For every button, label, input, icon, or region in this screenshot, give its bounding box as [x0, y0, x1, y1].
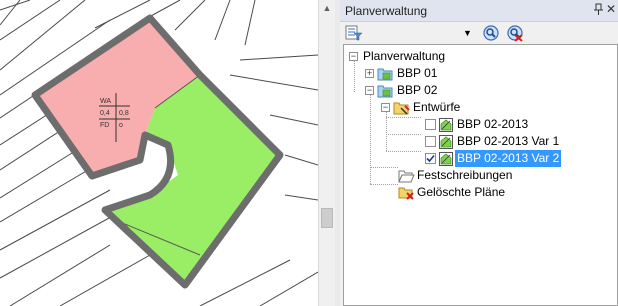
- tree-item-label: BBP 02-2013: [457, 117, 529, 131]
- plan-tree[interactable]: − Planverwaltung + BBP 01 − BBP 02 − Ent…: [343, 44, 618, 306]
- tree-item-label-selected: BBP 02-2013 Var 2: [455, 150, 562, 167]
- panel-toolbar: ▼: [340, 22, 618, 44]
- annotation-wa: WA: [100, 98, 112, 105]
- tree-guide: [354, 57, 355, 92]
- annotation-fd: FD: [100, 122, 110, 129]
- map-canvas[interactable]: WA 0,4 0,8 FD o: [0, 0, 318, 306]
- planverwaltung-panel: Planverwaltung ✕ ▼ − Planverwaltung + BB…: [340, 0, 618, 306]
- tree-guide: [386, 151, 421, 152]
- map-drawing: [0, 0, 318, 306]
- annotation-grz: 0,4: [100, 110, 110, 117]
- deleted-folder-icon: [398, 185, 415, 205]
- search-icon[interactable]: [482, 24, 500, 42]
- annotation-o: o: [119, 122, 123, 129]
- tree-item-label: Festschreibungen: [417, 168, 513, 182]
- tree-guide: [370, 92, 371, 184]
- close-icon[interactable]: ✕: [606, 2, 616, 16]
- tree-item-label: BBP 01: [397, 66, 438, 80]
- collapse-icon[interactable]: −: [381, 103, 390, 112]
- panel-title: Planverwaltung: [345, 4, 428, 18]
- tree-item-label: Planverwaltung: [363, 49, 446, 63]
- tree-item-label: Entwürfe: [413, 100, 461, 114]
- chevron-down-icon[interactable]: ▼: [463, 24, 473, 42]
- drafts-folder-icon: [393, 100, 410, 120]
- folder-plan-icon: [377, 83, 393, 103]
- tree-item-label: BBP 02-2013 Var 1: [457, 134, 560, 148]
- plan-checkbox[interactable]: [425, 119, 436, 130]
- collapse-icon[interactable]: −: [365, 86, 374, 95]
- tree-item-label: Gelöschte Pläne: [417, 185, 506, 199]
- plan-checkbox[interactable]: [425, 136, 436, 147]
- filter-icon[interactable]: [345, 24, 363, 42]
- map-vertical-scrollbar[interactable]: ▲: [318, 0, 335, 306]
- tree-guide: [370, 167, 398, 168]
- expand-icon[interactable]: +: [365, 69, 374, 78]
- annotation-label: WA 0,4 0,8 FD o: [100, 96, 132, 132]
- annotation-gfz: 0,8: [119, 110, 129, 117]
- tree-guide: [370, 184, 398, 185]
- panel-header: Planverwaltung ✕: [340, 0, 618, 22]
- search-clear-icon[interactable]: [506, 24, 524, 42]
- collapse-icon[interactable]: −: [349, 52, 358, 61]
- tree-item-label: BBP 02: [397, 83, 438, 97]
- plan-checkbox-checked[interactable]: [425, 153, 436, 164]
- tree-guide: [386, 134, 421, 135]
- pin-icon[interactable]: [594, 3, 603, 19]
- scrollbar-thumb[interactable]: [321, 208, 333, 228]
- scroll-up-arrow-icon[interactable]: ▲: [319, 0, 335, 16]
